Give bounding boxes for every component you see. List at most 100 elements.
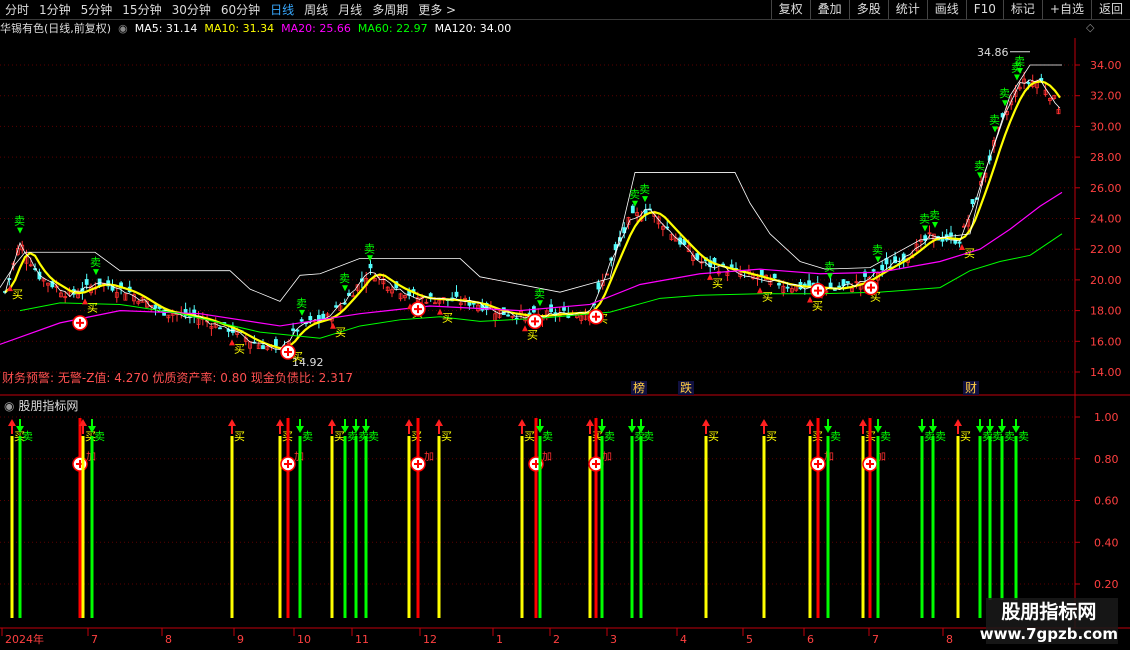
sell-marker: 卖 bbox=[872, 243, 883, 256]
buy-signal-stem bbox=[809, 426, 811, 434]
sell-arrow bbox=[977, 172, 983, 179]
candle-body bbox=[295, 329, 300, 332]
buy-marker: 买 bbox=[335, 326, 346, 339]
buy-signal-stem bbox=[438, 426, 440, 434]
sell-arrow bbox=[17, 227, 23, 234]
buy-signal-stem bbox=[521, 426, 523, 434]
sell-signal-label: 卖 bbox=[830, 430, 841, 443]
sell-signal-stem bbox=[1015, 419, 1017, 427]
buy-signal-arrow bbox=[702, 419, 710, 426]
watermark-url: www.7gpzb.com bbox=[979, 625, 1118, 643]
signal-bar bbox=[354, 436, 358, 618]
price-tick-label: 30.00 bbox=[1090, 120, 1122, 133]
sell-marker: 卖 bbox=[534, 287, 545, 300]
date-label: 5 bbox=[746, 633, 753, 646]
add-signal-label: 加 bbox=[542, 451, 552, 463]
signal-bar bbox=[594, 418, 598, 618]
sell-signal-label: 卖 bbox=[94, 430, 105, 443]
date-label: 1 bbox=[496, 633, 503, 646]
sell-arrow bbox=[992, 126, 998, 133]
signal-bar bbox=[437, 436, 441, 618]
date-label: 10 bbox=[297, 633, 311, 646]
sell-signal-stem bbox=[979, 419, 981, 427]
signal-bar bbox=[876, 436, 880, 618]
buy-signal-arrow bbox=[806, 419, 814, 426]
sell-signal-stem bbox=[299, 419, 301, 427]
date-label: 4 bbox=[680, 633, 687, 646]
candle-body bbox=[291, 328, 296, 331]
candle-body bbox=[772, 273, 777, 279]
date-label: 6 bbox=[807, 633, 814, 646]
buy-signal-arrow bbox=[760, 419, 768, 426]
sub-tick-label: 0.20 bbox=[1094, 578, 1119, 591]
sell-signal-label: 卖 bbox=[22, 430, 33, 443]
sell-signal-stem bbox=[877, 419, 879, 427]
candle-body bbox=[695, 253, 700, 260]
sub-tick-label: 0.80 bbox=[1094, 453, 1119, 466]
sell-marker: 卖 bbox=[639, 183, 650, 196]
sell-marker: 卖 bbox=[364, 242, 375, 255]
buy-signal-arrow bbox=[518, 419, 526, 426]
candle-body bbox=[299, 319, 304, 322]
candle-body bbox=[153, 304, 158, 309]
price-tick-label: 24.00 bbox=[1090, 213, 1122, 226]
date-label: 8 bbox=[165, 633, 172, 646]
signal-bar bbox=[534, 418, 538, 618]
sell-arrow bbox=[537, 300, 543, 307]
sell-signal-stem bbox=[989, 419, 991, 427]
buy-signal-arrow bbox=[435, 419, 443, 426]
sell-signal-stem bbox=[1001, 419, 1003, 427]
buy-signal-arrow bbox=[954, 419, 962, 426]
signal-bar bbox=[343, 436, 347, 618]
candle-body bbox=[454, 291, 459, 297]
buy-signal-arrow bbox=[405, 419, 413, 426]
sell-marker: 卖 bbox=[296, 297, 307, 310]
signal-bar bbox=[18, 436, 22, 618]
buy-signal-stem bbox=[11, 426, 13, 434]
candle-body bbox=[351, 295, 356, 298]
sell-arrow bbox=[1014, 74, 1020, 81]
ma120-step-line bbox=[0, 64, 1062, 302]
price-tick-label: 32.00 bbox=[1090, 90, 1122, 103]
buy-signal-stem bbox=[408, 426, 410, 434]
event-tag: 跌 bbox=[680, 380, 692, 395]
date-label: 3 bbox=[610, 633, 617, 646]
date-label: 12 bbox=[423, 633, 437, 646]
price-tick-label: 34.00 bbox=[1090, 59, 1122, 72]
sell-marker: 卖 bbox=[824, 260, 835, 273]
kline-chart[interactable]: 34.00 32.00 30.00 28.00 26.00 24.00 22.00 20.00… bbox=[0, 0, 1130, 650]
date-label: 8 bbox=[946, 633, 953, 646]
candle-body bbox=[506, 314, 511, 317]
watermark: 股朋指标网 www.7gpzb.com bbox=[980, 601, 1118, 645]
price-tick-label: 20.00 bbox=[1090, 274, 1122, 287]
sub-indicator-title: ◉ 股朋指标网 bbox=[4, 398, 78, 414]
signal-bar bbox=[10, 436, 14, 618]
sell-signal-label: 卖 bbox=[1018, 430, 1029, 443]
signal-bar bbox=[956, 436, 960, 618]
date-label: 11 bbox=[355, 633, 369, 646]
price-tick-label: 16.00 bbox=[1090, 335, 1122, 348]
buy-signal-arrow bbox=[8, 419, 16, 426]
sell-signal-stem bbox=[355, 419, 357, 427]
sell-arrow bbox=[299, 309, 305, 316]
event-tag: 财 bbox=[965, 381, 977, 395]
candle-body bbox=[84, 279, 89, 285]
buy-signal-label: 买 bbox=[708, 430, 719, 443]
sell-arrow bbox=[932, 222, 938, 229]
sell-arrow bbox=[642, 196, 648, 203]
buy-marker: 买 bbox=[964, 247, 975, 260]
sell-signal-label: 卖 bbox=[368, 430, 379, 443]
price-tick-label: 22.00 bbox=[1090, 243, 1122, 256]
candle-body bbox=[1026, 82, 1031, 84]
indicator-collapse-icon[interactable]: ◉ bbox=[4, 399, 14, 413]
sell-signal-label: 卖 bbox=[1004, 430, 1015, 443]
sell-marker: 卖 bbox=[1014, 55, 1025, 68]
price-tick-label: 18.00 bbox=[1090, 305, 1122, 318]
sell-marker: 卖 bbox=[929, 209, 940, 222]
buy-signal-stem bbox=[231, 426, 233, 434]
price-tick-label: 26.00 bbox=[1090, 182, 1122, 195]
buy-marker: 买 bbox=[234, 342, 245, 355]
buy-marker: 买 bbox=[527, 328, 538, 341]
signal-bar bbox=[1000, 436, 1004, 600]
sell-signal-stem bbox=[827, 419, 829, 427]
